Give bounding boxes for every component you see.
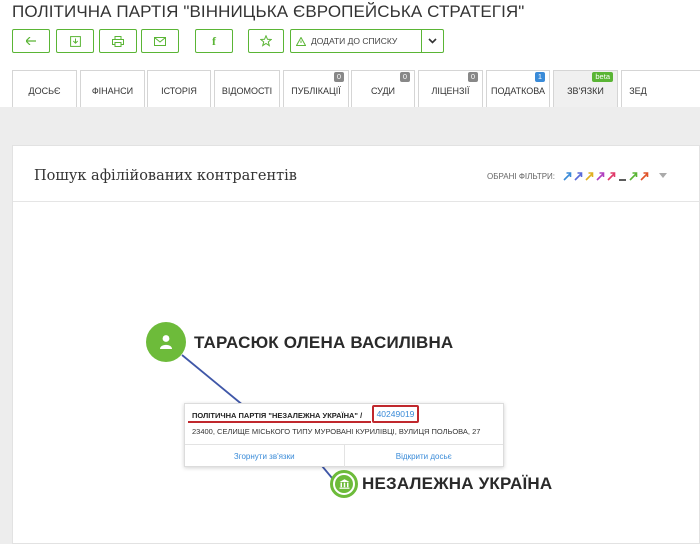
popup-actions: Згорнути зв'язки Відкрити досьє: [185, 444, 503, 468]
open-dossier-button[interactable]: Відкрити досьє: [343, 445, 504, 468]
edrpou-highlight: 40249019: [372, 405, 419, 423]
org-node-label[interactable]: НЕЗАЛЕЖНА УКРАЇНА: [362, 474, 552, 494]
edge-person-org: [181, 354, 245, 407]
user-icon: [160, 335, 172, 349]
org-node[interactable]: [330, 470, 358, 498]
popup-org-full-name: ПОЛІТИЧНА ПАРТІЯ "НЕЗАЛЕЖНА УКРАЇНА" /: [192, 411, 363, 420]
popup-address: 23400, СЕЛИЩЕ МІСЬКОГО ТИПУ МУРОВАНІ КУР…: [192, 427, 481, 436]
org-name-highlight: [188, 421, 371, 423]
person-node[interactable]: [146, 322, 186, 362]
edrpou-link[interactable]: 40249019: [377, 409, 415, 419]
org-node-inner: [335, 475, 353, 493]
building-icon: [339, 479, 349, 489]
person-node-label[interactable]: ТАРАСЮК ОЛЕНА ВАСИЛІВНА: [194, 333, 453, 353]
collapse-links-button[interactable]: Згорнути зв'язки: [185, 445, 344, 468]
node-info-popup: ПОЛІТИЧНА ПАРТІЯ "НЕЗАЛЕЖНА УКРАЇНА" / 4…: [184, 403, 504, 468]
